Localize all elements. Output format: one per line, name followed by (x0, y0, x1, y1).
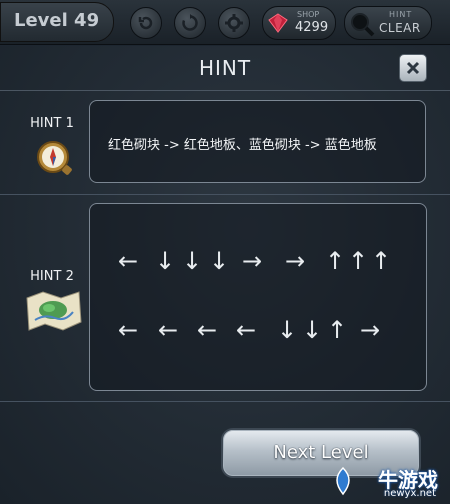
arrow-icon: ← (118, 316, 139, 344)
map-icon (26, 291, 82, 331)
arrow-icon: ← (118, 247, 139, 275)
hint-top-label: HINT (389, 10, 413, 19)
arrow-icon: ← (236, 316, 257, 344)
arrow-icon: ↑ (348, 247, 369, 275)
hint-status: CLEAR (379, 21, 421, 35)
divider (0, 401, 450, 402)
hint2-label: HINT 2 (30, 269, 74, 284)
compass-icon (37, 141, 72, 175)
arrow-icon: ← (158, 316, 179, 344)
hint-button[interactable]: HINT CLEAR (344, 6, 432, 40)
arrow-icon: ↓ (182, 247, 203, 275)
undo-icon (138, 16, 153, 30)
arrow-icon: ↓ (277, 316, 298, 344)
shop-label: SHOP (297, 10, 320, 19)
restart-button[interactable] (174, 7, 206, 39)
hint1-text: 红色砌块 -> 红色地板、蓝色砌块 -> 蓝色地板 (108, 138, 377, 153)
dialog-title: HINT (198, 56, 252, 80)
arrow-icon: ↓ (209, 247, 230, 275)
watermark: 牛游戏 newyx.net (324, 464, 444, 500)
next-level-label: Next Level (273, 442, 369, 463)
arrow-sequence-2: ← ← ← ← ↓ ↓ ↑ → (90, 318, 426, 354)
hint1-label: HINT 1 (30, 116, 74, 131)
arrow-icon: ↑ (327, 316, 348, 344)
arrow-icon: ↓ (302, 316, 323, 344)
arrow-icon: ↑ (325, 247, 346, 275)
settings-button[interactable] (218, 7, 250, 39)
restart-icon (182, 14, 198, 31)
undo-button[interactable] (130, 7, 162, 39)
watermark-url: newyx.net (383, 488, 436, 499)
arrow-icon: → (242, 247, 263, 275)
magnifier-icon (351, 13, 375, 37)
hint-dialog: HINT HINT 1 红色砌块 -> 红色地板、蓝色砌块 -> 蓝色地板 HI… (0, 46, 450, 504)
dialog-title-bar: HINT (0, 46, 450, 91)
top-bar: Level 49 SHOP 4299 HINT CLEAR (0, 0, 450, 45)
arrow-icon: ↑ (371, 247, 392, 275)
level-label: Level 49 (14, 10, 100, 31)
arrow-icon: → (285, 247, 306, 275)
ruby-icon (268, 13, 288, 33)
hint2-panel: ← ↓ ↓ ↓ → → ↑ ↑ ↑ ← ← ← ← ↓ ↓ ↑ → (89, 203, 427, 391)
gem-count: 4299 (295, 20, 329, 35)
arrow-icon: → (360, 316, 381, 344)
hint1-panel: 红色砌块 -> 红色地板、蓝色砌块 -> 蓝色地板 (89, 100, 426, 183)
arrow-icon: ↓ (155, 247, 176, 275)
close-button[interactable] (399, 54, 427, 82)
divider (0, 194, 450, 195)
shop-button[interactable]: SHOP 4299 (262, 6, 336, 40)
gear-icon (225, 14, 243, 32)
arrow-icon: ← (197, 316, 218, 344)
arrow-sequence-1: ← ↓ ↓ ↓ → → ↑ ↑ ↑ (90, 249, 426, 285)
close-icon (406, 61, 420, 75)
watermark-logo-icon (336, 466, 350, 496)
